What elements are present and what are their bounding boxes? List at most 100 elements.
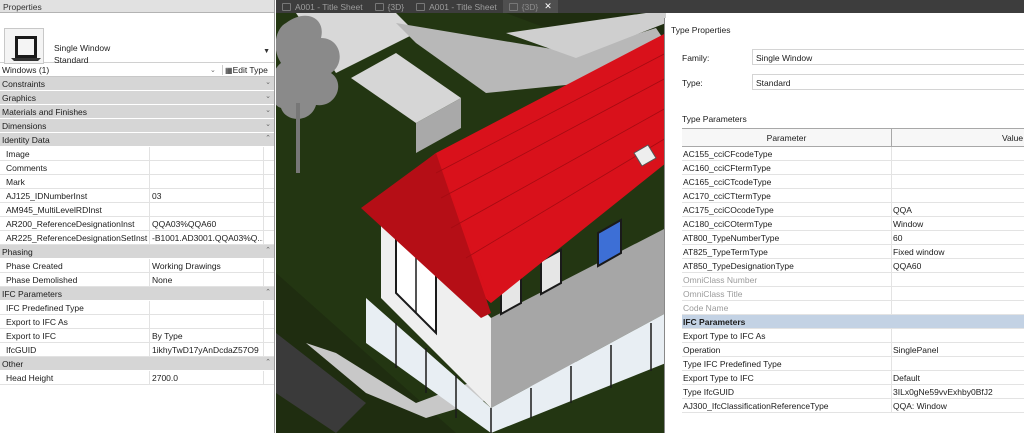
parameter-value[interactable] [892,147,1024,160]
view-tab[interactable]: A001 - Title Sheet [276,0,369,13]
row-spacer [264,371,274,384]
property-value[interactable]: 2700.0 [150,371,264,384]
properties-palette: Properties Single Window Standard ▼ Wind… [0,0,275,433]
type-selector-type: Standard [54,55,89,65]
close-icon[interactable]: ✕ [544,1,552,12]
row-spacer [264,329,274,342]
chevron-down-icon[interactable]: ⌄ [265,78,271,86]
view-tab[interactable]: {3D} ✕ [502,0,558,13]
chevron-up-icon[interactable]: ⌃ [265,134,271,142]
property-name: Head Height [0,371,150,384]
property-value[interactable]: By Type [150,329,264,342]
parameter-name: AT850_TypeDesignationType [682,259,892,272]
type-selector[interactable]: Single Window Standard ▼ [0,13,274,65]
property-value[interactable]: None [150,273,264,286]
edit-type-button[interactable]: ▦Edit Type [222,64,274,75]
family-label: Family: [682,53,710,63]
chevron-down-icon[interactable]: ⌄ [265,106,271,114]
view-tab[interactable]: A001 - Title Sheet [410,0,503,13]
family-field[interactable]: Single Window [752,49,1024,65]
table-row: AT825_TypeTermType Fixed window [682,245,1024,259]
parameter-value[interactable] [892,287,1024,300]
parameter-value[interactable] [892,357,1024,370]
parameter-name: Type IfcGUID [682,385,892,398]
parameter-value[interactable]: 3ILx0gNe59vvExhby0BfJ2 [892,385,1024,398]
parameter-value[interactable]: QQA [892,203,1024,216]
property-value[interactable]: -B1001.AD3001.QQA03%Q... [150,231,264,244]
property-value[interactable] [150,147,264,160]
parameter-value[interactable]: Window [892,217,1024,230]
chevron-down-icon[interactable]: ⌄ [265,92,271,100]
type-field[interactable]: Standard [752,74,1024,90]
table-row: AC170_cciCTtermType [682,189,1024,203]
property-value[interactable]: Working Drawings [150,259,264,272]
parameter-value[interactable] [892,301,1024,314]
parameter-name: Code Name [682,301,892,314]
chevron-up-icon[interactable]: ⌃ [265,288,271,296]
parameter-name: Export Type to IFC As [682,329,892,342]
chevron-up-icon[interactable]: ⌃ [265,358,271,366]
tab-label: {3D} [387,1,405,12]
property-row: Phase Demolished None [0,273,274,287]
edit-type-icon: ▦ [225,65,233,75]
parameter-value[interactable]: QQA: Window [892,399,1024,412]
parameter-value[interactable] [892,161,1024,174]
table-row: AC175_cciCOcodeType QQA [682,203,1024,217]
row-spacer [264,147,274,160]
property-row: Image [0,147,274,161]
property-name: AR225_ReferenceDesignationSetInst [0,231,150,244]
tab-label: {3D} [521,1,539,12]
parameter-value[interactable]: SinglePanel [892,343,1024,356]
table-row: Code Name [682,301,1024,315]
table-row: AC160_cciCFtermType [682,161,1024,175]
chevron-down-icon[interactable]: ⌄ [265,120,271,128]
property-value[interactable] [150,161,264,174]
property-value[interactable] [150,203,264,216]
category-other[interactable]: Other ⌃ [0,357,274,371]
cube-icon [508,2,518,11]
property-row: AR225_ReferenceDesignationSetInst -B1001.… [0,231,274,245]
window-family-icon [4,28,44,64]
parameter-value[interactable] [892,175,1024,188]
category-identity-data[interactable]: Identity Data ⌃ [0,133,274,147]
type-selector-dropdown-icon[interactable]: ▼ [263,48,270,55]
property-value[interactable]: 1ikhyTwD17yAnDcdaZ57O9 [150,343,264,356]
parameter-value[interactable]: 60 [892,231,1024,244]
property-value[interactable]: 03 [150,189,264,202]
category-graphics[interactable]: Graphics ⌄ [0,91,274,105]
property-name: Phase Created [0,259,150,272]
table-row: OmniClass Title [682,287,1024,301]
column-value[interactable]: Value [892,129,1024,146]
property-row: Head Height 2700.0 [0,371,274,385]
parameter-value[interactable]: Fixed window [892,245,1024,258]
property-name: AM945_MultiLevelRDInst [0,203,150,216]
parameter-value[interactable] [892,189,1024,202]
property-row: AR200_ReferenceDesignationInst QQA03%QQA6… [0,217,274,231]
chevron-down-icon[interactable]: ⌄ [210,66,222,74]
table-row: Export Type to IFC Default [682,371,1024,385]
category-phasing[interactable]: Phasing ⌃ [0,245,274,259]
category-constraints[interactable]: Constraints ⌄ [0,77,274,91]
property-value[interactable] [150,301,264,314]
parameter-name: AC155_cciCFcodeType [682,147,892,160]
parameter-name: Operation [682,343,892,356]
property-value[interactable]: QQA03%QQA60 [150,217,264,230]
ifc-parameters-header[interactable]: IFC Parameters [682,315,1024,329]
parameter-value[interactable]: Default [892,371,1024,384]
parameter-value[interactable] [892,329,1024,342]
parameter-value[interactable] [892,273,1024,286]
category-dimensions[interactable]: Dimensions ⌄ [0,119,274,133]
parameter-value[interactable]: QQA60 [892,259,1024,272]
chevron-up-icon[interactable]: ⌃ [265,246,271,254]
instance-filter[interactable]: Windows (1) [2,65,210,75]
view-tab[interactable]: {3D} [369,0,411,13]
category-materials-and-finishes[interactable]: Materials and Finishes ⌄ [0,105,274,119]
category-ifc-parameters[interactable]: IFC Parameters ⌃ [0,287,274,301]
column-parameter[interactable]: Parameter [682,129,892,146]
property-name: Comments [0,161,150,174]
property-value[interactable] [150,315,264,328]
parameter-name: AT825_TypeTermType [682,245,892,258]
table-row: OmniClass Number [682,273,1024,287]
property-value[interactable] [150,175,264,188]
3d-viewport[interactable] [276,13,666,433]
